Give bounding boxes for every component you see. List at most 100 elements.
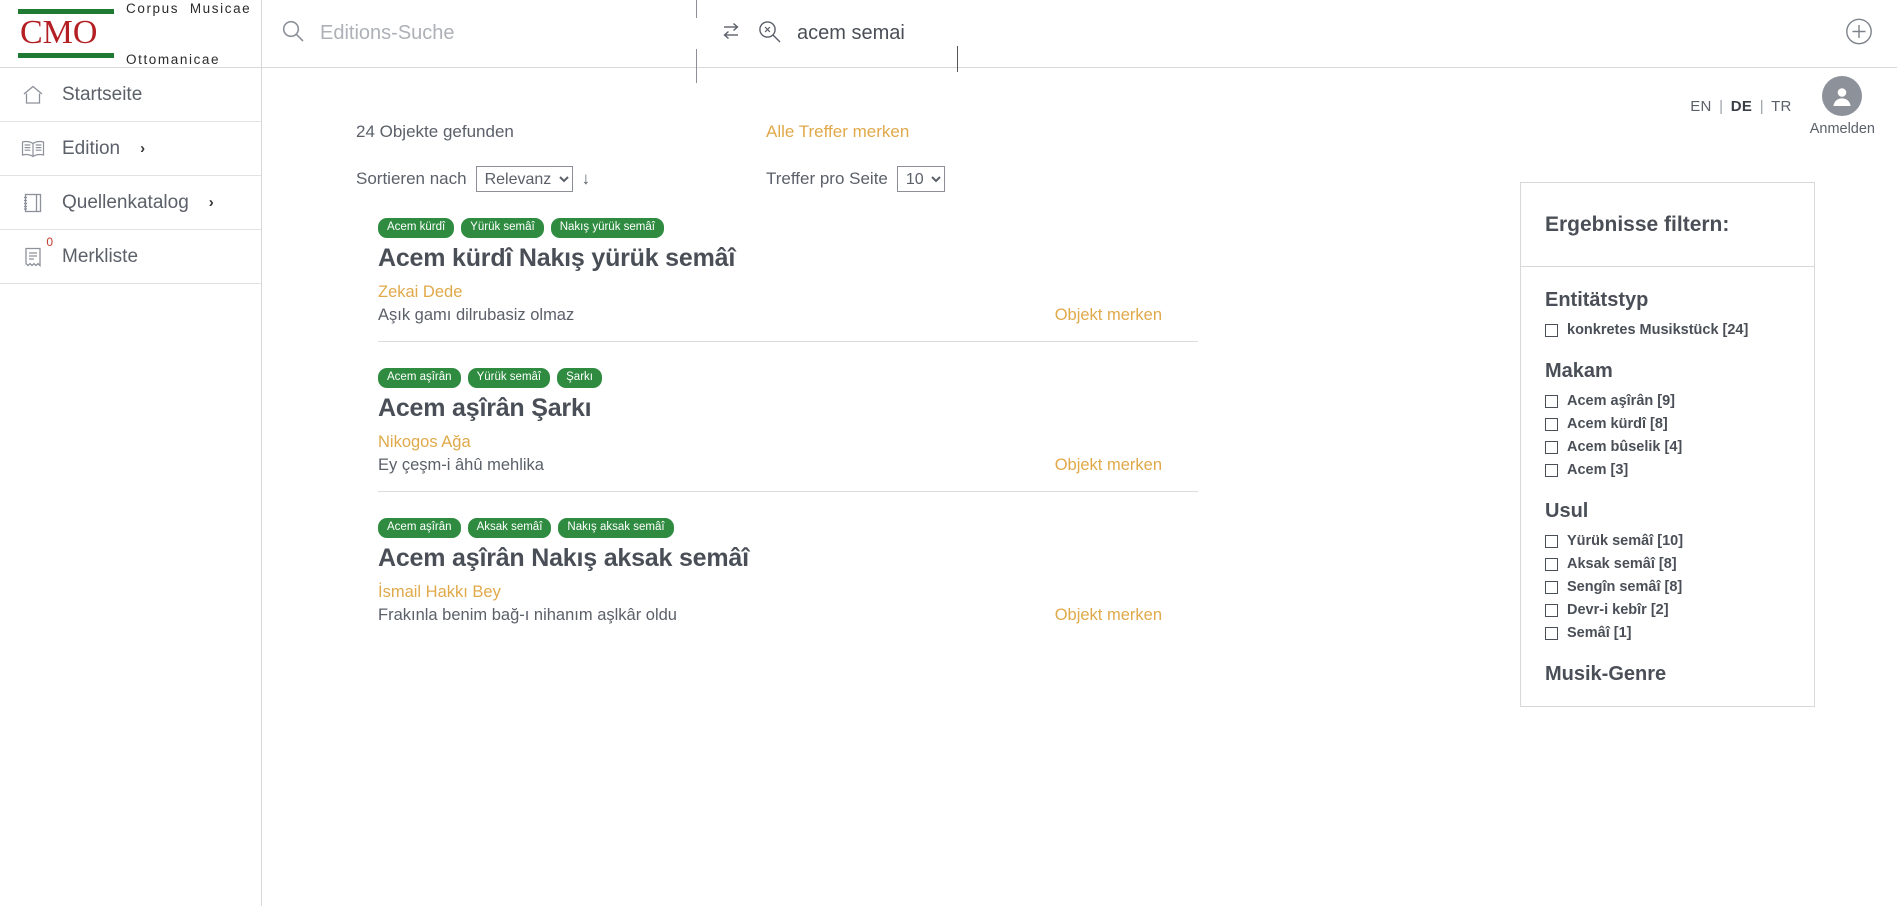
- tag-makam[interactable]: Acem kürdî: [378, 218, 455, 238]
- sidebar-item-label: Merkliste: [62, 245, 139, 267]
- sort-label: Sortieren nach: [356, 169, 467, 188]
- checkbox-icon[interactable]: [1545, 603, 1558, 617]
- book-open-icon: [18, 134, 48, 164]
- tag-usul[interactable]: Aksak semâî: [467, 518, 552, 538]
- results-meta-right: Alle Treffer merken Treffer pro Seite 10: [766, 122, 1166, 192]
- filter-group-title: Entitätstyp: [1545, 289, 1649, 311]
- lang-tr[interactable]: TR: [1771, 98, 1792, 115]
- search-icon: [280, 18, 306, 49]
- filter-option[interactable]: Aksak semâî [8]: [1545, 556, 1790, 572]
- text-cursor: [957, 46, 958, 72]
- filter-group-title: Usul: [1545, 500, 1589, 522]
- results-column: 24 Objekte gefunden Sortieren nach Relev…: [356, 122, 1276, 641]
- lang-en[interactable]: EN: [1690, 98, 1711, 115]
- checkbox-icon[interactable]: [1545, 463, 1558, 477]
- plus-circle-icon[interactable]: [1845, 17, 1873, 50]
- sidebar-item-label: Quellenkatalog: [62, 191, 189, 213]
- filter-option-label: Aksak semâî [8]: [1567, 556, 1677, 572]
- filter-option[interactable]: Acem bûselik [4]: [1545, 439, 1790, 455]
- notebook-icon: [18, 188, 48, 218]
- per-page-control: Treffer pro Seite 10: [766, 166, 1166, 192]
- filter-option[interactable]: Yürük semâî [10]: [1545, 533, 1790, 549]
- result-title[interactable]: Acem aşîrân Nakış aksak semâî: [378, 544, 1198, 573]
- filter-option-label: Yürük semâî [10]: [1567, 533, 1684, 549]
- filter-option-label: Acem bûselik [4]: [1567, 439, 1683, 455]
- magnifier-clear-icon[interactable]: [756, 18, 783, 50]
- filter-option-label: Devr-i kebîr [2]: [1567, 602, 1669, 618]
- filter-option-label: konkretes Musikstück [24]: [1567, 322, 1749, 338]
- search-term-text[interactable]: acem semai: [797, 22, 905, 45]
- tag-usul[interactable]: Yürük semâî: [467, 368, 551, 388]
- checkbox-icon[interactable]: [1545, 626, 1558, 640]
- lang-separator: |: [1759, 98, 1764, 115]
- filter-option[interactable]: konkretes Musikstück [24]: [1545, 322, 1790, 338]
- edition-search[interactable]: Editions-Suche: [262, 18, 696, 49]
- logo-wordmark: Corpus Musicae Ottomanicae: [126, 0, 251, 102]
- bookmark-object-link[interactable]: Objekt merken: [1055, 456, 1162, 475]
- filter-option[interactable]: Semâî [1]: [1545, 625, 1790, 641]
- result-tags: Acem kürdî Yürük semâî Nakış yürük semâî: [378, 218, 1198, 238]
- logo-wordmark-line1: Corpus Musicae: [126, 0, 252, 16]
- checkbox-icon[interactable]: [1545, 394, 1558, 408]
- sidebar-item-merkliste[interactable]: 0 Merkliste: [0, 230, 261, 284]
- logo[interactable]: CMO Corpus Musicae Ottomanicae: [0, 0, 261, 68]
- checkbox-icon[interactable]: [1545, 323, 1558, 337]
- chevron-right-icon[interactable]: ›: [140, 140, 145, 157]
- sidebar-item-label: Edition: [62, 137, 121, 159]
- swap-arrows-icon[interactable]: [720, 19, 742, 48]
- result-composer[interactable]: Nikogos Ağa: [378, 433, 1198, 452]
- filter-option[interactable]: Devr-i kebîr [2]: [1545, 602, 1790, 618]
- tag-genre[interactable]: Nakış aksak semâî: [558, 518, 674, 538]
- search-input-placeholder[interactable]: Editions-Suche: [320, 22, 455, 45]
- bookmark-all-link[interactable]: Alle Treffer merken: [766, 122, 1166, 142]
- result-composer[interactable]: Zekai Dede: [378, 283, 1198, 302]
- filter-option[interactable]: Acem aşîrân [9]: [1545, 393, 1790, 409]
- filter-group-title: Musik-Genre: [1545, 663, 1667, 685]
- sidebar-item-quellenkatalog[interactable]: Quellenkatalog ›: [0, 176, 261, 230]
- tag-usul[interactable]: Yürük semâî: [461, 218, 544, 238]
- checkbox-icon[interactable]: [1545, 440, 1558, 454]
- logo-bar-bottom: [18, 53, 114, 58]
- result-item: Acem kürdî Yürük semâî Nakış yürük semâî…: [378, 192, 1198, 342]
- filter-group-title: Makam: [1545, 360, 1613, 382]
- filter-option-label: Semâî [1]: [1567, 625, 1632, 641]
- checkbox-icon[interactable]: [1545, 417, 1558, 431]
- filter-group-makam: Makam Acem aşîrân [9] Acem kürdî [8] Ace…: [1545, 360, 1790, 478]
- tag-genre[interactable]: Nakış yürük semâî: [550, 218, 664, 238]
- login-button[interactable]: Anmelden: [1810, 76, 1875, 137]
- tag-makam[interactable]: Acem aşîrân: [378, 518, 461, 538]
- filter-option[interactable]: Acem [3]: [1545, 462, 1790, 478]
- sidebar-item-label: Startseite: [62, 83, 143, 105]
- logo-wordmark-line2: Ottomanicae: [126, 51, 221, 67]
- result-tags: Acem aşîrân Yürük semâî Şarkı: [378, 368, 1198, 388]
- top-search-bar: Editions-Suche acem semai: [262, 0, 1897, 83]
- chevron-right-icon[interactable]: ›: [209, 194, 214, 211]
- results-meta-left: 24 Objekte gefunden Sortieren nach Relev…: [356, 122, 766, 192]
- filter-option-label: Sengîn semâî [8]: [1567, 579, 1683, 595]
- sidebar-item-edition[interactable]: Edition ›: [0, 122, 261, 176]
- account-row: EN | DE | TR Anmelden: [1690, 76, 1875, 137]
- filter-option[interactable]: Acem kürdî [8]: [1545, 416, 1790, 432]
- tag-makam[interactable]: Acem aşîrân: [378, 368, 461, 388]
- per-page-select[interactable]: 10: [896, 166, 945, 192]
- bookmark-object-link[interactable]: Objekt merken: [1055, 306, 1162, 325]
- bookmark-object-link[interactable]: Objekt merken: [1055, 606, 1162, 625]
- sort-direction-icon[interactable]: ↓: [582, 169, 591, 189]
- checkbox-icon[interactable]: [1545, 534, 1558, 548]
- lang-de[interactable]: DE: [1731, 98, 1752, 115]
- filter-panel: Ergebnisse filtern: Entitätstyp konkrete…: [1520, 182, 1815, 707]
- tag-genre[interactable]: Şarkı: [557, 368, 602, 388]
- app-root: CMO Corpus Musicae Ottomanicae Startseit…: [0, 0, 1897, 906]
- result-title[interactable]: Acem kürdî Nakış yürük semâî: [378, 244, 1198, 273]
- checkbox-icon[interactable]: [1545, 580, 1558, 594]
- filter-panel-heading: Ergebnisse filtern:: [1521, 183, 1814, 267]
- filter-groups: Entitätstyp konkretes Musikstück [24] Ma…: [1521, 267, 1814, 706]
- result-composer[interactable]: İsmail Hakkı Bey: [378, 583, 1198, 602]
- sort-control: Sortieren nach Relevanz ↓: [356, 166, 766, 192]
- filter-option[interactable]: Sengîn semâî [8]: [1545, 579, 1790, 595]
- result-tags: Acem aşîrân Aksak semâî Nakış aksak semâ…: [378, 518, 1198, 538]
- checkbox-icon[interactable]: [1545, 557, 1558, 571]
- filter-group-musik-genre: Musik-Genre: [1545, 663, 1790, 686]
- result-title[interactable]: Acem aşîrân Şarkı: [378, 394, 1198, 423]
- sort-select[interactable]: Relevanz: [475, 166, 573, 192]
